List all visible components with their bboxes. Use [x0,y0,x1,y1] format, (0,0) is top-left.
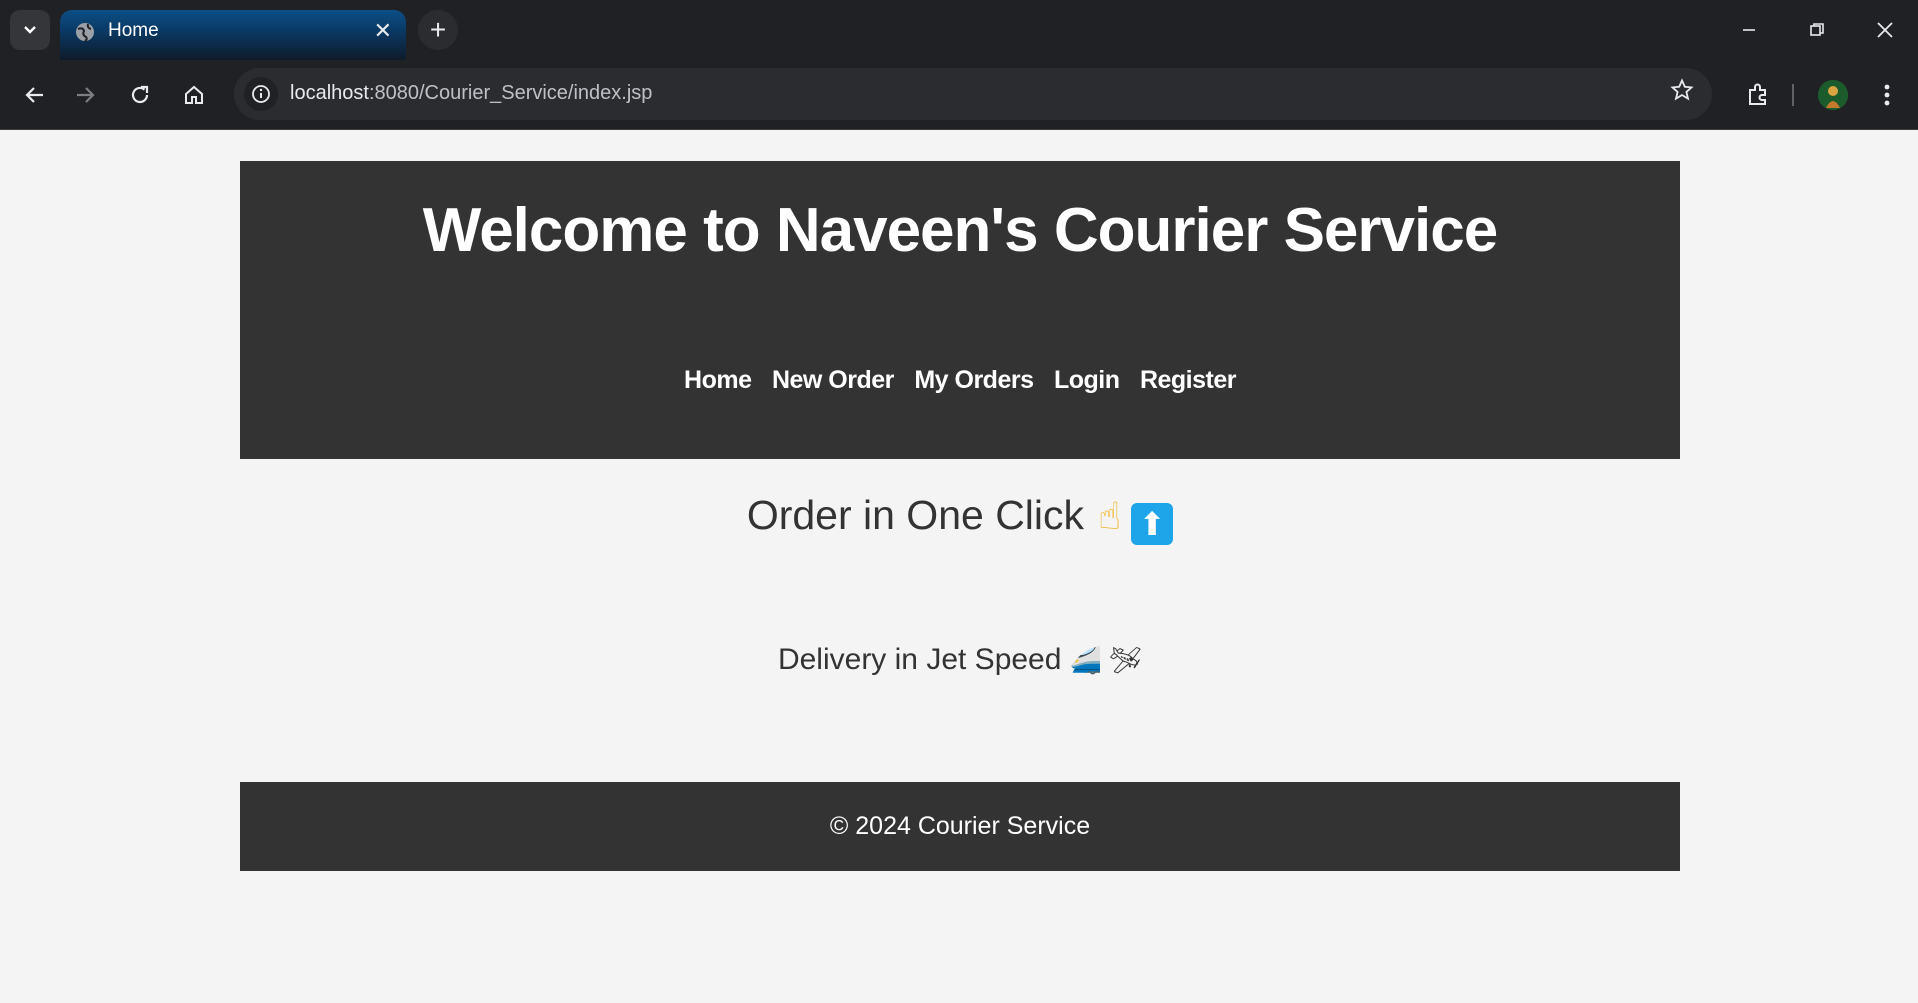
close-icon [1877,22,1893,38]
close-window-button[interactable] [1860,10,1910,50]
url-host: localhost [290,82,369,104]
arrow-up-icon: ⬆ [1131,503,1174,545]
globe-icon [76,23,94,42]
bookmark-star-icon[interactable] [1670,78,1694,109]
profile-avatar[interactable] [1818,80,1848,110]
tab-home[interactable]: Home ✕ [60,10,406,60]
site-footer: © 2024 Courier Service [240,782,1680,871]
nav-home[interactable]: Home [684,366,752,394]
delivery-heading: Delivery in Jet Speed 🚄 🛩 [240,643,1680,677]
puzzle-icon [1749,83,1766,105]
minimize-icon [1743,29,1755,31]
new-tab-button[interactable]: + [418,10,458,50]
forward-button[interactable] [64,73,108,117]
arrow-right-icon [77,87,95,103]
chevron-down-icon [24,26,36,34]
home-button[interactable] [172,73,216,117]
reload-button[interactable] [118,73,162,117]
address-bar[interactable]: localhost:8080/Courier_Service/index.jsp [234,68,1712,120]
pointing-up-icon: ☝ [1098,496,1122,538]
order-heading: Order in One Click ☝ ⬆ [240,492,1680,545]
site-title: Welcome to Naveen's Courier Service [422,196,1498,265]
restore-button[interactable] [1792,10,1842,50]
browser-toolbar: localhost:8080/Courier_Service/index.jsp [0,60,1918,130]
tab-title: Home [108,20,159,41]
close-tab-icon[interactable]: ✕ [374,18,392,44]
back-button[interactable] [12,73,56,117]
browser-tab-bar: Home ✕ + [0,0,1918,60]
nav-my-orders[interactable]: My Orders [914,366,1034,394]
restore-icon [1810,23,1824,36]
minimize-button[interactable] [1724,10,1774,50]
nav-new-order[interactable]: New Order [772,366,894,394]
url-text[interactable]: localhost:8080/Courier_Service/index.jsp [290,82,652,105]
nav-login[interactable]: Login [1054,366,1120,394]
train-airplane-icon: 🚄 🛩 [1069,645,1143,675]
site-info-icon[interactable] [244,77,278,111]
footer-copyright: © 2024 Courier Service [829,812,1091,840]
url-path: :8080/Courier_Service/index.jsp [368,82,653,104]
delivery-heading-text: Delivery in Jet Speed [777,643,1062,676]
order-heading-text: Order in One Click [746,492,1085,538]
extensions-button[interactable] [1736,73,1780,117]
tab-search-button[interactable] [10,10,50,50]
home-icon [185,85,203,104]
arrow-left-icon [25,87,43,103]
nav-register[interactable]: Register [1140,366,1237,394]
main-nav: Home New Order My Orders Login Register [240,366,1680,395]
more-menu-icon[interactable] [1870,74,1904,116]
reload-icon [131,85,149,104]
site-header: Welcome to Naveen's Courier Service Home… [240,161,1680,459]
toolbar-divider [1792,84,1794,106]
